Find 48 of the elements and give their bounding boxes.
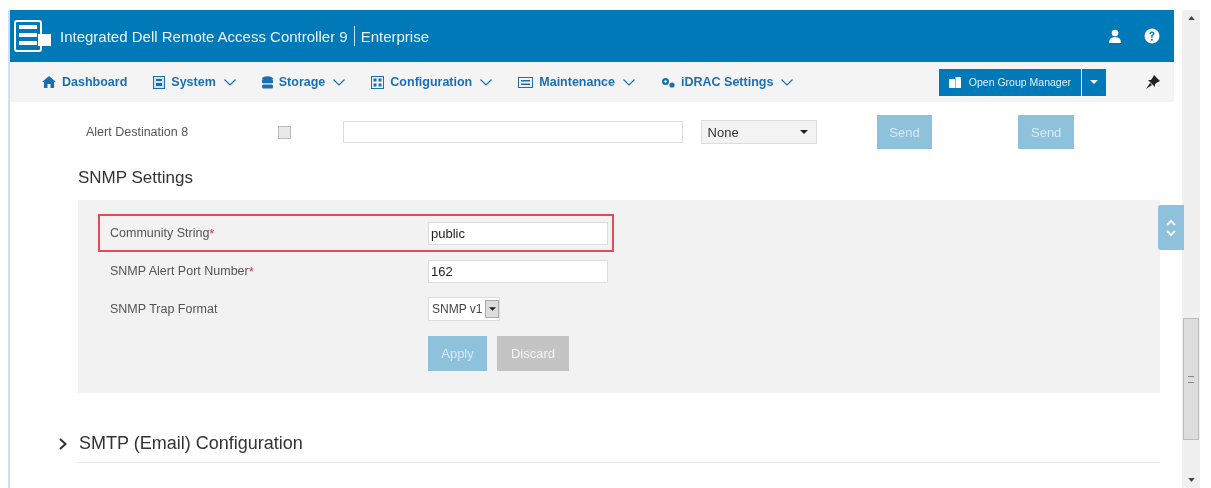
scroll-up-icon[interactable] [1187, 16, 1195, 20]
field-label: SNMP Trap Format [110, 302, 218, 316]
server-logo-icon [14, 20, 52, 52]
destination-address-field[interactable] [343, 121, 683, 143]
section-title: SNMP Settings [78, 168, 194, 188]
field-label: Alert Destination 8 [85, 125, 190, 139]
server-icon [153, 75, 166, 89]
up-down-chevrons-icon [1165, 217, 1177, 238]
scrollbar-thumb[interactable] [1183, 318, 1199, 440]
grid-icon [371, 75, 385, 89]
help-icon[interactable] [1144, 28, 1160, 44]
chevron-down-icon [480, 78, 493, 86]
caret-icon [799, 130, 808, 134]
database-icon [261, 75, 273, 89]
nav-menu-item[interactable]: System [153, 75, 236, 89]
chevron-down-icon [223, 78, 236, 86]
nav-menu-item[interactable]: Maintenance [518, 75, 635, 89]
alert-type-select[interactable]: None [700, 120, 817, 144]
app-title: Integrated Dell Remote Access Controller 9 [60, 27, 348, 45]
text-field[interactable]: 162 [428, 259, 608, 283]
field-label: SNMP Alert Port Number [110, 263, 249, 279]
enable-checkbox[interactable] [278, 125, 292, 139]
expand-chevron-icon[interactable] [59, 437, 67, 450]
caret-icon [485, 300, 500, 318]
required-mark: * [248, 263, 254, 279]
nav-menu-item[interactable]: iDRAC Settings [661, 75, 794, 89]
home-icon [42, 76, 56, 88]
required-mark: * [209, 225, 215, 241]
edition-label: Enterprise [360, 27, 429, 45]
nav-menu-item[interactable]: Storage [261, 75, 346, 89]
nav-menu-item[interactable]: Dashboard [42, 75, 128, 89]
group-icon [948, 76, 961, 88]
nav-menu-item[interactable]: Configuration [371, 75, 493, 89]
chevron-down-icon [333, 78, 346, 86]
open-group-manager-button[interactable]: Open Group Manager [938, 68, 1081, 96]
gears-icon [661, 76, 675, 88]
text-field[interactable]: public [428, 221, 608, 245]
scroll-down-icon[interactable] [1187, 478, 1195, 482]
list-icon [518, 76, 534, 88]
chevron-down-icon [781, 78, 794, 86]
chevron-down-icon [623, 78, 635, 86]
caret-icon [1090, 80, 1098, 84]
pin-icon[interactable] [1146, 75, 1160, 89]
trap-format-select[interactable]: SNMP v1 [428, 297, 501, 321]
section-title[interactable]: SMTP (Email) Configuration [79, 433, 303, 454]
dropdown-button[interactable] [1082, 68, 1106, 96]
field-label: Community String [110, 225, 210, 241]
user-icon[interactable] [1108, 29, 1122, 43]
